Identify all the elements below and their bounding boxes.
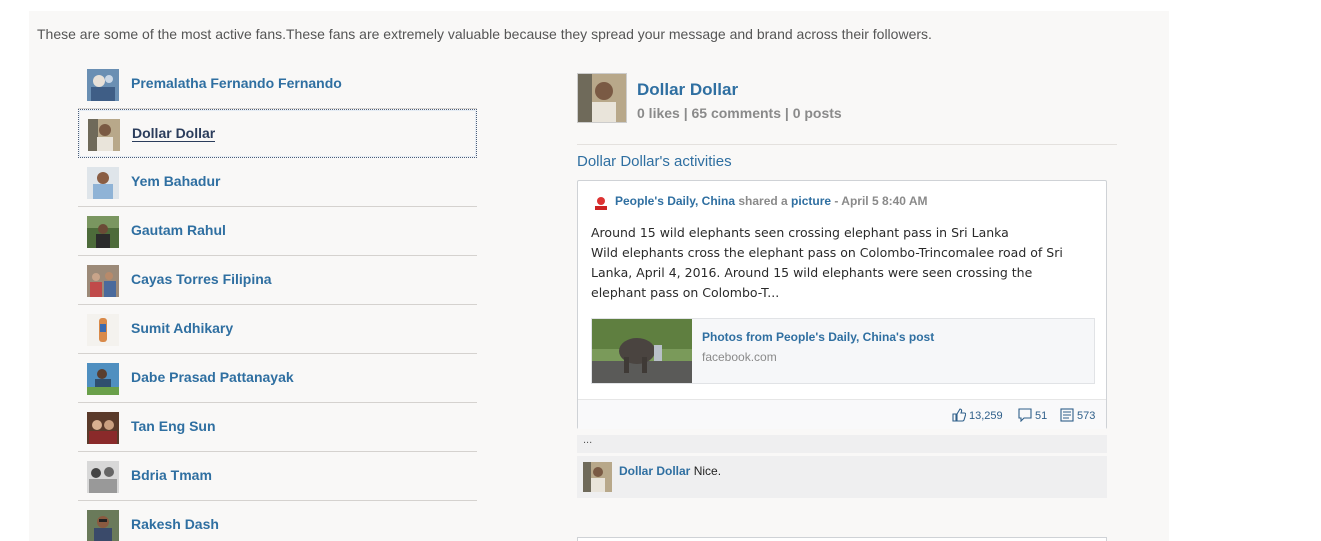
fan-item[interactable]: Tan Eng Sun — [78, 403, 477, 452]
likes-stat[interactable]: 13,259 — [952, 408, 1003, 422]
likes-count: 13,259 — [969, 410, 1003, 422]
fan-item[interactable]: Yem Bahadur — [78, 158, 477, 207]
avatar — [87, 216, 119, 248]
fan-item[interactable]: Sumit Adhikary — [78, 305, 477, 354]
post-source-link[interactable]: People's Daily, China — [615, 194, 735, 208]
activities-title: Dollar Dollar's activities — [577, 153, 732, 170]
avatar — [87, 265, 119, 297]
fan-item[interactable]: Rakesh Dash — [78, 501, 477, 541]
fan-name[interactable]: Bdria Tmam — [131, 467, 212, 483]
comment-author[interactable]: Dollar Dollar — [619, 464, 690, 478]
post-object-link[interactable]: picture — [791, 194, 831, 208]
fan-name[interactable]: Gautam Rahul — [131, 222, 226, 238]
avatar — [87, 314, 119, 346]
post-attachment[interactable]: Photos from People's Daily, China's post… — [591, 318, 1095, 384]
avatar — [87, 167, 119, 199]
avatar — [88, 119, 120, 151]
profile-stats: 0 likes | 65 comments | 0 posts — [637, 105, 842, 121]
post-time: - April 5 8:40 AM — [834, 194, 928, 208]
fan-item[interactable]: Gautam Rahul — [78, 207, 477, 256]
fan-item-selected[interactable]: Dollar Dollar — [78, 109, 477, 158]
avatar — [87, 461, 119, 493]
comment-text: Dollar Dollar Nice. — [619, 464, 721, 478]
avatar — [583, 462, 612, 492]
comments-stat[interactable]: 51 — [1018, 408, 1048, 423]
thumbs-up-icon — [952, 408, 967, 422]
fan-name[interactable]: Premalatha Fernando Fernando — [131, 75, 342, 91]
comment: Dollar Dollar Nice. — [577, 456, 1107, 498]
post-action: shared a — [738, 194, 788, 208]
avatar — [87, 363, 119, 395]
fan-name[interactable]: Sumit Adhikary — [131, 320, 233, 336]
profile-avatar — [577, 73, 627, 123]
fan-item[interactable]: Bdria Tmam — [78, 452, 477, 501]
more-comments-indicator[interactable]: ... — [577, 435, 1107, 453]
comment-icon — [1018, 408, 1032, 423]
profile-name[interactable]: Dollar Dollar — [637, 80, 738, 100]
activity-post-card: People's Daily, China shared a picture -… — [577, 180, 1107, 429]
comment-body: Nice. — [690, 464, 722, 478]
fan-item[interactable]: Dabe Prasad Pattanayak — [78, 354, 477, 403]
fan-name[interactable]: Tan Eng Sun — [131, 418, 216, 434]
fan-name[interactable]: Yem Bahadur — [131, 173, 220, 189]
intro-text: These are some of the most active fans.T… — [37, 26, 932, 42]
source-logo-icon — [592, 195, 610, 213]
fan-name[interactable]: Cayas Torres Filipina — [131, 271, 272, 287]
next-post-card — [577, 537, 1107, 541]
fan-name[interactable]: Dabe Prasad Pattanayak — [131, 369, 294, 385]
fan-name[interactable]: Dollar Dollar — [132, 125, 216, 142]
avatar — [87, 412, 119, 444]
avatar — [87, 510, 119, 541]
comments-count: 51 — [1035, 410, 1048, 422]
attachment-thumbnail[interactable] — [592, 319, 692, 383]
fan-name[interactable]: Rakesh Dash — [131, 516, 219, 532]
attachment-title[interactable]: Photos from People's Daily, China's post — [702, 330, 934, 344]
attachment-domain: facebook.com — [702, 350, 777, 364]
divider — [577, 144, 1117, 145]
fan-list: Premalatha Fernando Fernando Dollar Doll… — [78, 60, 477, 541]
post-footer: 13,259 51 573 — [578, 399, 1106, 429]
post-text: Around 15 wild elephants seen crossing e… — [591, 225, 1063, 300]
shares-stat[interactable]: 573 — [1060, 408, 1095, 422]
shares-count: 573 — [1077, 410, 1096, 422]
fan-item[interactable]: Cayas Torres Filipina — [78, 256, 477, 305]
fan-item[interactable]: Premalatha Fernando Fernando — [78, 60, 477, 109]
post-header: People's Daily, China shared a picture -… — [615, 194, 928, 208]
avatar — [87, 69, 119, 101]
share-icon — [1060, 408, 1074, 422]
